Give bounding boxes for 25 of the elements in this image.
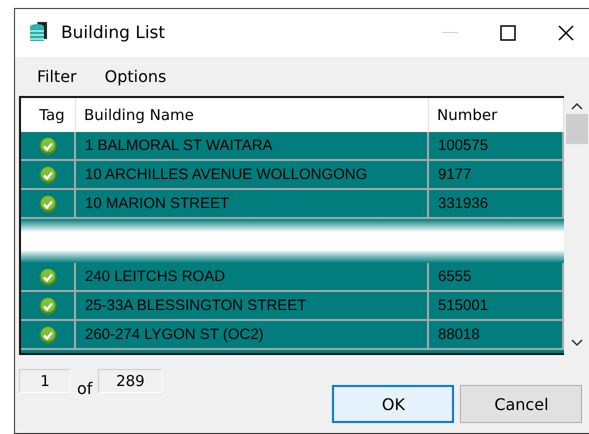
table-cell: 9177	[438, 166, 472, 183]
scrollbar-thumb[interactable]	[566, 114, 588, 144]
ok-button[interactable]: OK	[332, 385, 454, 423]
close-icon[interactable]	[558, 25, 574, 41]
total-field: 289	[98, 369, 162, 393]
table-cell: 240 LEITCHS ROAD	[85, 268, 226, 285]
table-cell: 260-274 LYGON ST (OC2)	[85, 326, 264, 343]
page-field[interactable]: 1	[19, 369, 71, 393]
maximize-icon[interactable]	[500, 25, 516, 41]
of-label: of	[77, 379, 92, 398]
table-cell: 331936	[438, 195, 488, 212]
menu-item[interactable]: Options	[104, 65, 166, 88]
table-cell: 10 ARCHILLES AVENUE WOLLONGONG	[85, 166, 368, 183]
table-cell: 25-33A BLESSINGTON STREET	[85, 297, 306, 314]
cancel-button[interactable]: Cancel	[460, 385, 582, 423]
table-cell: 6555	[438, 268, 472, 285]
table-cell: 10 MARION STREET	[85, 195, 230, 212]
scroll-up-icon[interactable]	[571, 102, 583, 112]
window-title: Building List	[61, 23, 166, 43]
table-cell: 88018	[438, 326, 480, 343]
menu-item[interactable]: Filter	[37, 65, 77, 88]
scroll-down-icon[interactable]	[571, 337, 583, 347]
table-cell: 515001	[438, 297, 488, 314]
table-cell: 1 BALMORAL ST WAITARA	[85, 137, 273, 154]
table-cell: 100575	[438, 137, 488, 154]
